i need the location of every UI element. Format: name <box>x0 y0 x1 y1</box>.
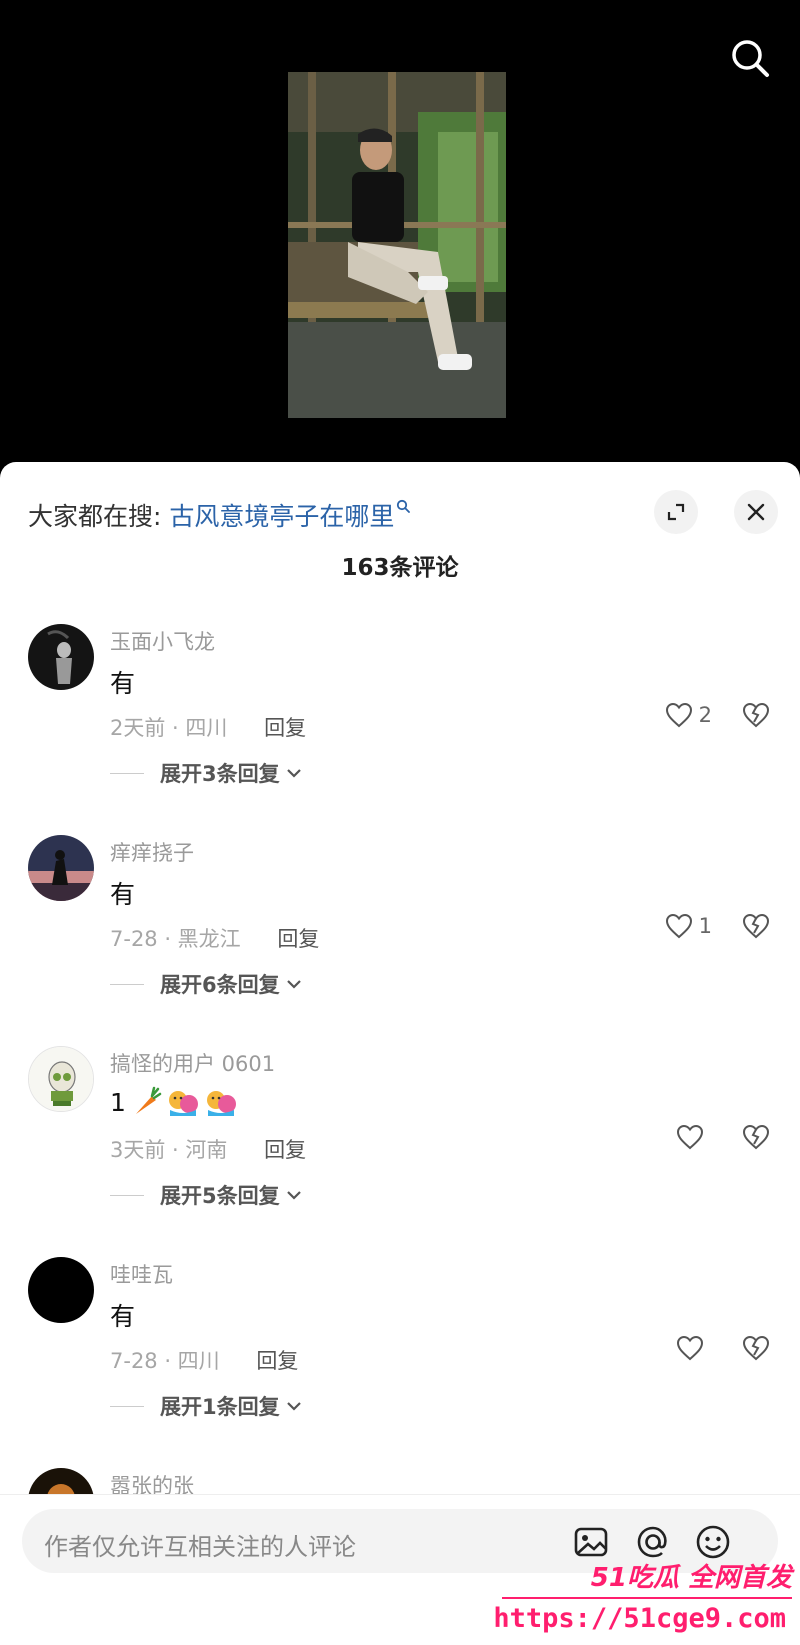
chevron-down-icon <box>286 1191 301 1200</box>
comment-time-location: 7-28 · 黑龙江 <box>110 927 241 951</box>
like-button[interactable]: 1 <box>665 913 712 939</box>
comment-input-placeholder[interactable]: 作者仅允许互相关注的人评论 <box>44 1527 356 1562</box>
chevron-down-icon <box>286 980 301 989</box>
image-icon[interactable] <box>572 1523 610 1561</box>
reply-button[interactable]: 回复 <box>277 927 319 951</box>
comment-meta: 2天前 · 四川 回复 <box>110 712 306 742</box>
comment-meta: 7-28 · 四川 回复 <box>110 1345 298 1375</box>
like-count: 1 <box>698 914 712 938</box>
comment-meta: 3天前 · 河南 回复 <box>110 1134 306 1164</box>
comment-item: 搞怪的用户 0601 1 3天前 · 河南 回复 展开5条回复 <box>0 1046 800 1246</box>
comment-text-content: 有 <box>110 1302 136 1331</box>
divider <box>110 983 144 985</box>
comment-text: 有 <box>110 664 135 700</box>
watermark-url: https://51cge9.com <box>493 1603 786 1634</box>
comment-username[interactable]: 哇哇瓦 <box>110 1259 173 1289</box>
comment-username[interactable]: 搞怪的用户 0601 <box>110 1048 275 1078</box>
hot-search-prefix: 大家都在搜: <box>28 502 162 531</box>
comment-item: 玉面小飞龙 有 2天前 · 四川 回复 2 展开3条回复 <box>0 624 800 824</box>
comment-text-content: 1 <box>110 1087 126 1117</box>
mention-icon[interactable] <box>634 1523 672 1561</box>
divider <box>110 1194 144 1196</box>
comment-input-bar: 作者仅允许互相关注的人评论 51吃瓜 全网首发 https://51cge9.c… <box>0 1494 800 1645</box>
comment-text-content: 有 <box>110 669 136 698</box>
dislike-button[interactable] <box>742 702 770 732</box>
like-button[interactable] <box>676 1124 704 1150</box>
heart-icon <box>665 702 692 728</box>
broken-heart-icon <box>742 1335 770 1361</box>
expand-replies-label: 展开3条回复 <box>160 762 280 786</box>
comment-count: 163条评论 <box>341 555 459 581</box>
expand-icon <box>667 503 685 521</box>
mini-search-icon <box>397 499 411 513</box>
expand-replies-button[interactable]: 展开1条回复 <box>110 1391 302 1421</box>
divider <box>110 772 144 774</box>
hug-emoji <box>168 1091 198 1116</box>
reply-button[interactable]: 回复 <box>264 716 306 740</box>
carrot-emoji <box>135 1086 162 1114</box>
chevron-down-icon <box>286 1402 301 1411</box>
chevron-down-icon <box>286 769 301 778</box>
hot-search-query-link[interactable]: 古风意境亭子在哪里 <box>169 499 411 531</box>
expand-replies-label: 展开5条回复 <box>160 1184 280 1208</box>
watermark-line <box>502 1597 792 1599</box>
emoji-icon[interactable] <box>694 1523 732 1561</box>
broken-heart-icon <box>742 1124 770 1150</box>
close-sheet-button[interactable] <box>734 490 778 534</box>
avatar[interactable] <box>28 1257 94 1323</box>
comment-time-location: 2天前 · 四川 <box>110 716 228 740</box>
sheet-header: 大家都在搜: 古风意境亭子在哪里 <box>28 490 780 540</box>
video-thumbnail[interactable] <box>288 72 506 418</box>
heart-icon <box>665 913 692 939</box>
comment-item: 痒痒挠子 有 7-28 · 黑龙江 回复 1 展开6条回复 <box>0 835 800 1035</box>
expand-replies-label: 展开1条回复 <box>160 1395 280 1419</box>
dislike-button[interactable] <box>742 1124 770 1154</box>
expand-replies-label: 展开6条回复 <box>160 973 280 997</box>
avatar[interactable] <box>28 835 94 901</box>
comment-text: 有 <box>110 875 135 911</box>
divider <box>110 1405 144 1407</box>
hug-emoji <box>206 1091 236 1116</box>
video-area[interactable] <box>0 0 800 470</box>
dislike-button[interactable] <box>742 1335 770 1365</box>
comment-time-location: 7-28 · 四川 <box>110 1349 220 1373</box>
expand-replies-button[interactable]: 展开3条回复 <box>110 758 302 788</box>
avatar[interactable] <box>28 624 94 690</box>
like-button[interactable] <box>676 1335 704 1361</box>
heart-icon <box>676 1335 704 1361</box>
like-button[interactable]: 2 <box>665 702 712 728</box>
broken-heart-icon <box>742 702 770 728</box>
comment-text-content: 有 <box>110 880 136 909</box>
reply-button[interactable]: 回复 <box>264 1138 306 1162</box>
expand-replies-button[interactable]: 展开6条回复 <box>110 969 302 999</box>
comment-text: 有 <box>110 1297 135 1333</box>
comment-username[interactable]: 玉面小飞龙 <box>110 626 215 656</box>
like-count: 2 <box>698 703 712 727</box>
video-thumbnail-image <box>288 72 506 418</box>
comment-username[interactable]: 痒痒挠子 <box>110 837 194 867</box>
watermark: 51吃瓜 全网首发 https://51cge9.com <box>493 1557 794 1641</box>
screen: 大家都在搜: 古风意境亭子在哪里 163条评论 玉面小飞龙 有 2天前 · 四川… <box>0 0 800 1645</box>
hot-search-query: 古风意境亭子在哪里 <box>169 502 395 531</box>
comment-time-location: 3天前 · 河南 <box>110 1138 228 1162</box>
watermark-brand: 51吃瓜 全网首发 <box>590 1563 792 1593</box>
comment-item: 哇哇瓦 有 7-28 · 四川 回复 展开1条回复 <box>0 1257 800 1457</box>
hot-search: 大家都在搜: 古风意境亭子在哪里 <box>28 497 411 533</box>
reply-button[interactable]: 回复 <box>256 1349 298 1373</box>
close-icon <box>747 503 765 521</box>
comment-sheet: 大家都在搜: 古风意境亭子在哪里 163条评论 玉面小飞龙 有 2天前 · 四川… <box>0 462 800 1645</box>
broken-heart-icon <box>742 913 770 939</box>
expand-replies-button[interactable]: 展开5条回复 <box>110 1180 302 1210</box>
comment-meta: 7-28 · 黑龙江 回复 <box>110 923 319 953</box>
dislike-button[interactable] <box>742 913 770 943</box>
comment-text: 1 <box>110 1086 238 1118</box>
expand-sheet-button[interactable] <box>654 490 698 534</box>
heart-icon <box>676 1124 704 1150</box>
search-icon[interactable] <box>728 36 772 80</box>
avatar[interactable] <box>28 1046 94 1112</box>
